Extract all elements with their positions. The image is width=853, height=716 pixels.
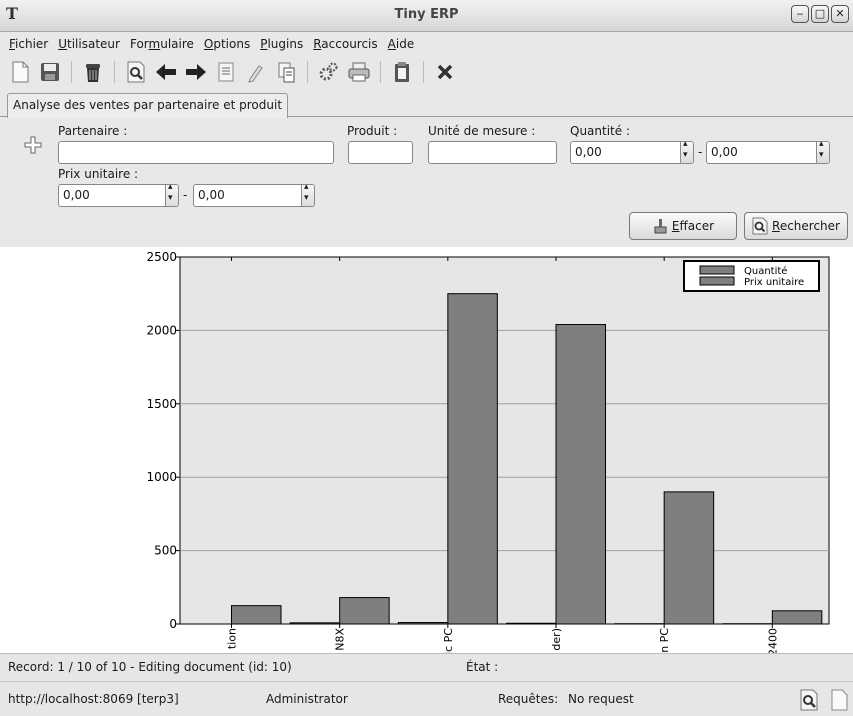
bar: [447, 293, 498, 625]
menu-fichier[interactable]: Fichier: [4, 37, 53, 51]
quantite-to-spinner[interactable]: [816, 139, 829, 163]
prix-to-spinner[interactable]: [301, 182, 314, 206]
clear-icon: [654, 219, 667, 234]
y-tick-label: 500: [154, 544, 177, 558]
bar: [771, 610, 823, 625]
legend-swatch: [699, 276, 735, 286]
y-tick-label: 2500: [146, 250, 177, 264]
close-tab-icon[interactable]: [433, 60, 457, 84]
status-bar: http://localhost:8069 [terp3] Administra…: [0, 681, 853, 716]
maximize-icon[interactable]: □: [811, 5, 829, 23]
range-separator: -: [183, 188, 188, 202]
request-new-icon[interactable]: [830, 689, 848, 714]
title-bar: T Tiny ERP ‒ □ ✕: [0, 0, 853, 32]
minimize-icon[interactable]: ‒: [791, 5, 809, 23]
record-status: Record: 1 / 10 of 10 - Editing document …: [8, 660, 292, 674]
prix-label: Prix unitaire :: [58, 167, 139, 181]
partenaire-input[interactable]: [58, 141, 334, 164]
unite-input[interactable]: [428, 141, 557, 164]
produit-input[interactable]: [348, 141, 413, 164]
save-icon[interactable]: [38, 60, 62, 84]
chart-area: 0 500 1000 1500 2000 2500 tion N8X ic PC der) n PC…: [0, 247, 853, 656]
menu-bar: Fichier Utilisateur Formulaire Options P…: [0, 33, 853, 55]
toolbar: [0, 56, 853, 88]
user-name: Administrator: [266, 692, 348, 706]
bar: [339, 597, 390, 625]
toolbar-separator: [71, 61, 72, 83]
quantite-from-input[interactable]: 0,00: [570, 141, 694, 164]
partenaire-label: Partenaire :: [58, 124, 128, 138]
effacer-button[interactable]: Effacer: [629, 212, 737, 240]
y-tick-label: 1000: [146, 470, 177, 484]
toolbar-separator: [380, 61, 381, 83]
unite-label: Unité de mesure :: [428, 124, 536, 138]
produit-label: Produit :: [347, 124, 398, 138]
find-icon[interactable]: [124, 60, 148, 84]
reload-icon[interactable]: [244, 60, 268, 84]
form-view-icon[interactable]: [214, 60, 238, 84]
effacer-label: Effacer: [671, 219, 715, 233]
tab-strip: Analyse des ventes par partenaire et pro…: [0, 91, 853, 118]
copy-icon[interactable]: [390, 60, 414, 84]
attachment-icon[interactable]: [274, 60, 298, 84]
y-tick-label: 1500: [146, 397, 177, 411]
legend-swatch: [699, 265, 735, 275]
menu-plugins[interactable]: Plugins: [255, 37, 308, 51]
quantite-from-spinner[interactable]: [680, 139, 693, 163]
x-tick-label: 2400: [766, 628, 779, 653]
request-search-icon[interactable]: [799, 689, 819, 714]
toolbar-separator: [307, 61, 308, 83]
record-status-line: Record: 1 / 10 of 10 - Editing document …: [0, 653, 853, 680]
prix-to-input[interactable]: 0,00: [193, 184, 315, 207]
quantite-to-input[interactable]: 0,00: [706, 141, 830, 164]
x-tick-label: ic PC: [442, 628, 455, 653]
toolbar-separator: [114, 61, 115, 83]
x-tick-label: tion: [226, 628, 239, 649]
plot-area: [179, 256, 830, 625]
prix-from-spinner[interactable]: [165, 182, 178, 206]
new-icon[interactable]: [8, 60, 32, 84]
bar: [289, 622, 341, 625]
next-icon[interactable]: [184, 60, 208, 84]
y-tick-label: 0: [169, 617, 177, 631]
tab-analyse-ventes[interactable]: Analyse des ventes par partenaire et pro…: [7, 93, 289, 118]
menu-formulaire[interactable]: Formulaire: [125, 37, 199, 51]
prix-from-input[interactable]: 0,00: [58, 184, 179, 207]
quantite-label: Quantité :: [570, 124, 630, 138]
expand-filters-icon[interactable]: [24, 136, 42, 157]
x-tick-label: n PC: [658, 628, 671, 653]
bar: [506, 622, 557, 625]
x-tick-label: N8X: [334, 628, 347, 651]
bar: [231, 605, 282, 625]
toolbar-separator: [423, 61, 424, 83]
rechercher-label: Rechercher: [772, 219, 840, 233]
requests-value: No request: [568, 692, 634, 706]
menu-options[interactable]: Options: [199, 37, 255, 51]
bar: [397, 622, 449, 625]
range-separator: -: [698, 145, 703, 159]
close-icon[interactable]: ✕: [831, 5, 849, 23]
previous-icon[interactable]: [154, 60, 178, 84]
delete-icon[interactable]: [81, 60, 105, 84]
search-icon: [752, 217, 768, 235]
legend-label: Quantité: [744, 265, 787, 277]
rechercher-button[interactable]: Rechercher: [744, 212, 848, 240]
requests-label: Requêtes:: [498, 692, 559, 706]
server-url: http://localhost:8069 [terp3]: [8, 692, 179, 706]
y-tick-label: 2000: [146, 323, 177, 337]
window-title: Tiny ERP: [394, 7, 459, 22]
legend-label: Prix unitaire: [744, 277, 804, 288]
bar: [555, 324, 606, 625]
menu-aide[interactable]: Aide: [383, 37, 420, 51]
bar-chart: 0 500 1000 1500 2000 2500 tion N8X ic PC der) n PC…: [146, 250, 830, 656]
action-icon[interactable]: [317, 60, 341, 84]
x-tick-label: der): [550, 628, 563, 651]
bar: [663, 491, 715, 625]
print-icon[interactable]: [347, 60, 371, 84]
menu-raccourcis[interactable]: Raccourcis: [308, 37, 382, 51]
etat-label: État :: [466, 660, 499, 674]
menu-utilisateur[interactable]: Utilisateur: [53, 37, 125, 51]
